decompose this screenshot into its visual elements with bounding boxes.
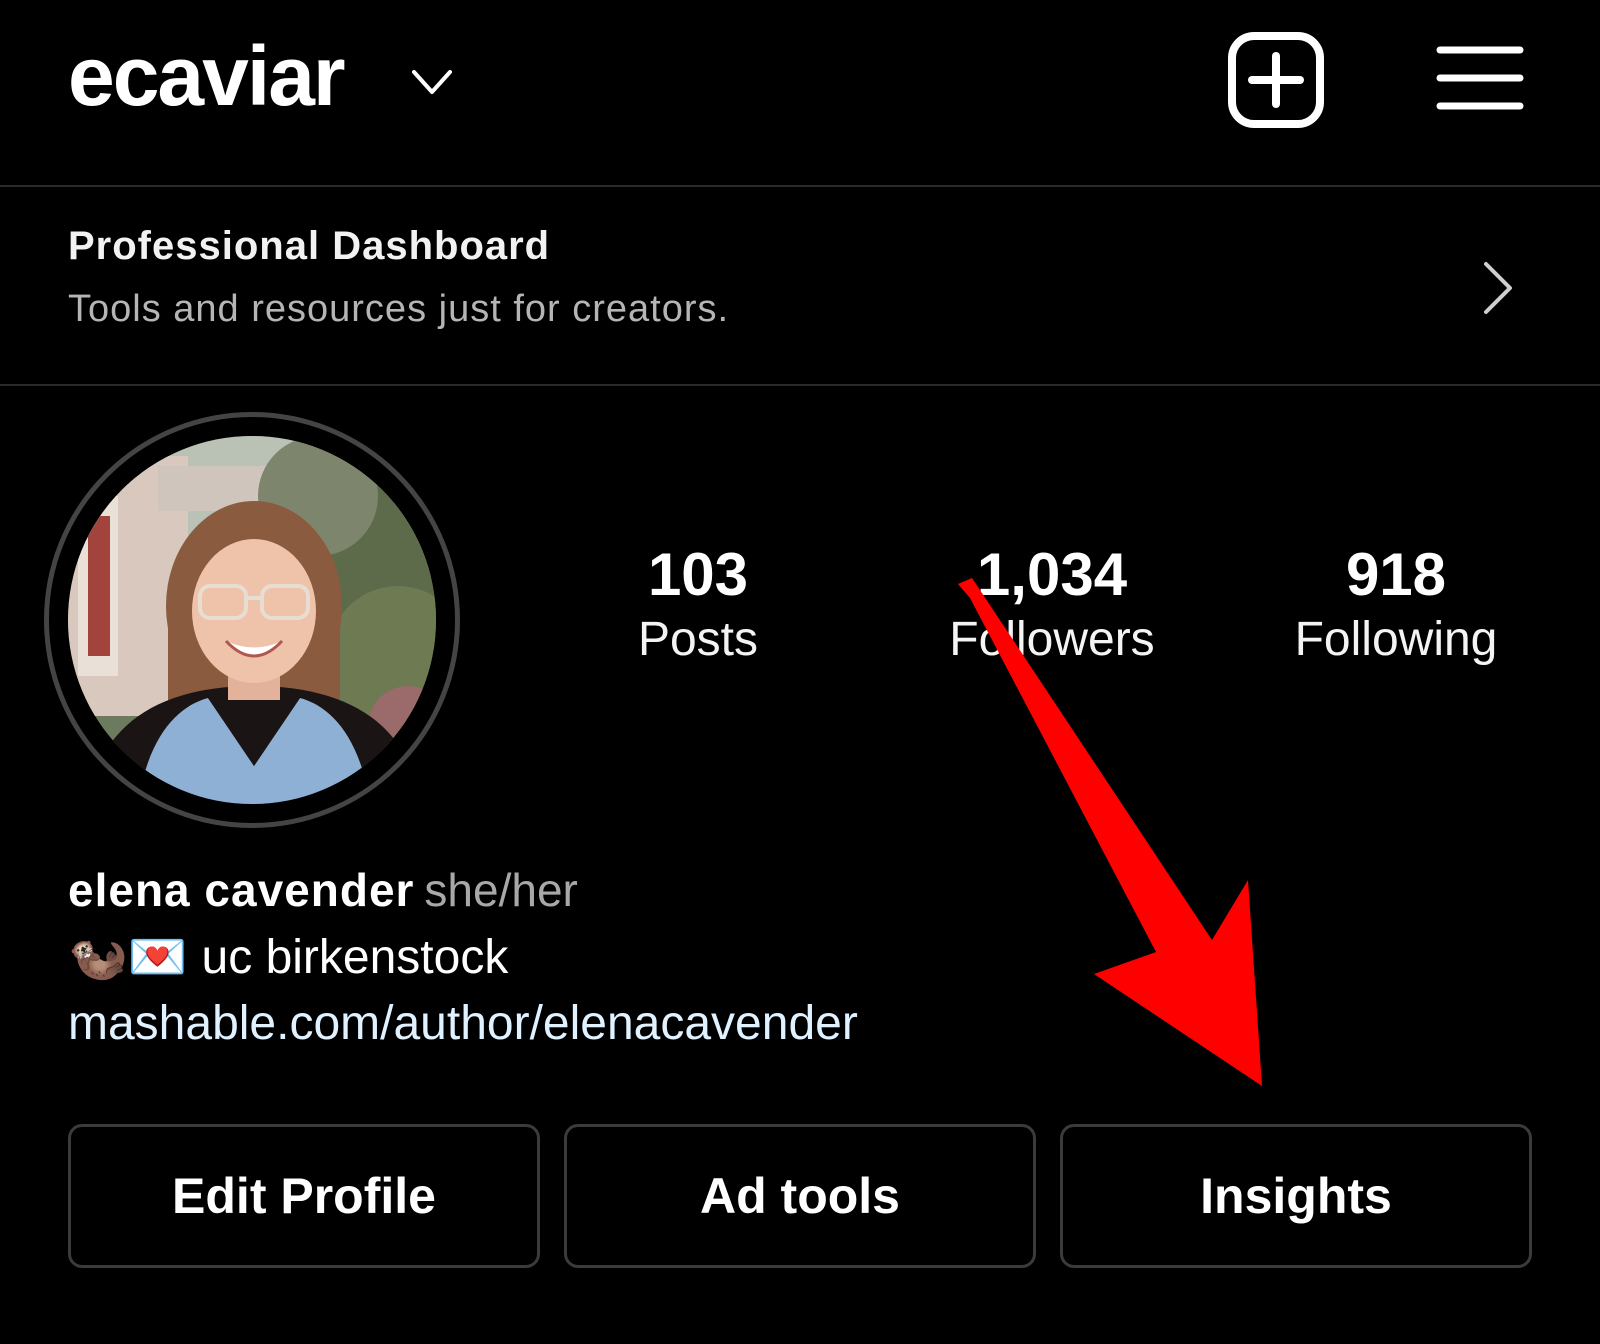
followers-label: Followers (949, 613, 1155, 666)
dashboard-title: Professional Dashboard (68, 224, 551, 268)
profile-photo (68, 436, 436, 804)
professional-dashboard-row[interactable]: Professional Dashboard Tools and resourc… (0, 188, 1600, 384)
chevron-right-icon (1484, 262, 1512, 314)
posts-label: Posts (637, 613, 759, 666)
followers-count: 1,034 (976, 541, 1128, 608)
header-divider (0, 185, 1600, 187)
hamburger-menu-icon[interactable] (1436, 42, 1524, 114)
ad-tools-button[interactable]: Ad tools (564, 1124, 1036, 1268)
bio-tagline: uc birkenstock (201, 931, 509, 984)
stat-following[interactable]: 918 Following (1256, 542, 1536, 672)
avatar[interactable] (68, 436, 436, 804)
chevron-down-icon[interactable] (408, 62, 456, 102)
pronouns: she/her (424, 864, 578, 916)
dashboard-subtitle: Tools and resources just for creators. (68, 288, 730, 330)
stat-posts[interactable]: 103 Posts (558, 542, 838, 672)
following-label: Following (1294, 613, 1498, 666)
edit-profile-button[interactable]: Edit Profile (68, 1124, 540, 1268)
posts-count: 103 (647, 541, 749, 608)
plus-square-icon[interactable] (1226, 30, 1326, 130)
bio-link[interactable]: mashable.com/author/elenacavender (68, 996, 858, 1052)
bio-emoji: 🦦💌 (68, 931, 188, 984)
profile-screen: ecaviar Professional Dashboard Tools and… (0, 0, 1600, 1344)
bio-name-line: elena cavender she/her (68, 862, 578, 918)
top-bar: ecaviar (0, 0, 1600, 186)
stat-followers[interactable]: 1,034 Followers (912, 542, 1192, 672)
dashboard-divider (0, 384, 1600, 386)
account-username[interactable]: ecaviar (68, 28, 346, 125)
insights-button[interactable]: Insights (1060, 1124, 1532, 1268)
bio-tagline-line: 🦦💌 uc birkenstock (68, 930, 508, 986)
display-name: elena cavender (68, 864, 415, 916)
following-count: 918 (1345, 541, 1447, 608)
